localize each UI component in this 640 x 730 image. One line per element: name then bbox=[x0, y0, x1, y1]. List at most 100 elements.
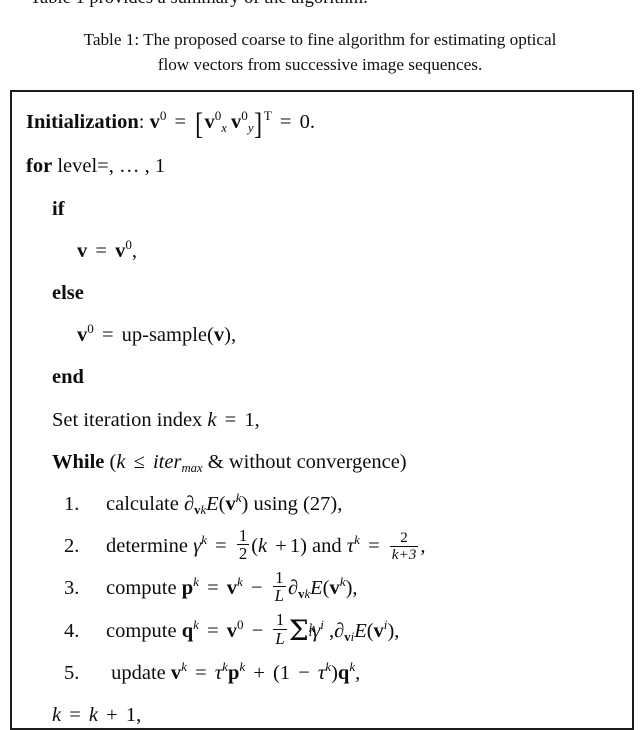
upsample-argument-v: v bbox=[213, 324, 225, 347]
vector-q-4: q bbox=[181, 619, 194, 642]
algo-line-while: While (k ≤ itermax & without convergence… bbox=[26, 441, 632, 483]
gamma-symbol-2: γ bbox=[193, 535, 202, 558]
algo-line-upsample: v0 = up-sample(v), bbox=[26, 314, 632, 356]
comma-glyph-2: , bbox=[230, 324, 237, 347]
lparen-glyph-7: ( bbox=[273, 662, 280, 685]
vy-subscript-y: y bbox=[247, 121, 254, 136]
algo-line-else: else bbox=[26, 272, 632, 314]
while-condition-tail: & without convergence) bbox=[207, 450, 407, 473]
rparen-glyph-4: ) bbox=[300, 535, 307, 558]
step-number-1: 1. bbox=[64, 492, 80, 515]
step-2-body: determine γk = 1 2 (k +1) and τk = 2 k+3, bbox=[106, 525, 425, 567]
table-caption-line-2: flow vectors from successive image seque… bbox=[157, 55, 483, 74]
rparen-glyph: ) bbox=[224, 324, 231, 347]
sigma-glyph: Σ bbox=[288, 613, 309, 647]
plus-sign-3: + bbox=[106, 704, 118, 727]
rparen-glyph-3: ) bbox=[241, 492, 249, 515]
gamma-superscript-i-4: i bbox=[320, 616, 324, 632]
equals-sign-3: = bbox=[95, 239, 107, 262]
fraction-denominator-2: 2 bbox=[236, 544, 250, 564]
vector-vy: v bbox=[231, 111, 242, 133]
partial-symbol-4: ∂ bbox=[334, 619, 345, 642]
right-bracket: ] bbox=[254, 107, 263, 142]
comma-glyph: , bbox=[131, 239, 137, 262]
colon-glyph: : bbox=[138, 111, 145, 133]
minus-sign-2: − bbox=[251, 619, 264, 642]
fraction-numerator-1-4: 1 bbox=[275, 610, 285, 630]
partial-symbol-3: ∂ bbox=[288, 577, 299, 600]
v-superscript-zero-4: 0 bbox=[237, 616, 244, 632]
equals-sign-10: = bbox=[195, 662, 207, 685]
energy-function-E-4: E bbox=[354, 619, 367, 642]
fraction-denominator-L-3: L bbox=[272, 586, 286, 606]
step-1-body: calculate ∂vkE(vk) using (27), bbox=[106, 483, 342, 525]
algo-line-if: if bbox=[26, 188, 632, 230]
algo-line-set-iteration-index: Set iteration index k = 1, bbox=[26, 399, 632, 441]
compute-verb-4: compute bbox=[106, 619, 177, 642]
k-rhs: k bbox=[88, 704, 99, 727]
argument-vector-v-3: v bbox=[329, 577, 340, 600]
step-number-4: 4. bbox=[64, 619, 80, 642]
value-one-6: 1 bbox=[125, 704, 137, 727]
q-superscript-k-4: k bbox=[193, 616, 199, 632]
tau-superscript-k-2: k bbox=[354, 532, 360, 548]
compute-verb-3: compute bbox=[106, 577, 177, 600]
vector-v-rhs: v bbox=[115, 239, 126, 262]
argument-vector-v-4: v bbox=[373, 619, 384, 642]
initialization-keyword: Initialization bbox=[26, 111, 139, 133]
algorithm-box: Initialization: v0 = [v0x v0y]T = 0. for… bbox=[10, 90, 634, 730]
equals-sign-8: = bbox=[207, 577, 219, 600]
vector-v0-lhs: v bbox=[77, 324, 88, 347]
step-number-3: 3. bbox=[64, 577, 80, 600]
fraction-one-over-L-4: 1L bbox=[273, 610, 287, 647]
argument-vector-v-1: v bbox=[225, 492, 236, 515]
table-caption: Table 1: The proposed coarse to fine alg… bbox=[20, 27, 620, 77]
algo-step-2: 2. determine γk = 1 2 (k +1) and τk = 2 k+3… bbox=[26, 525, 632, 567]
vector-p-5: p bbox=[227, 662, 240, 685]
lparen-glyph: ( bbox=[207, 324, 214, 347]
algo-step-1: 1. calculate ∂vkE(vk) using (27), bbox=[26, 483, 632, 525]
set-iteration-index-label: Set iteration index bbox=[52, 408, 203, 431]
fraction-one-over-L-3: 1L bbox=[272, 568, 286, 606]
equals-sign-4: = bbox=[101, 324, 114, 347]
equals-sign-9: = bbox=[207, 619, 219, 642]
energy-function-E-1: E bbox=[206, 492, 219, 515]
else-keyword: else bbox=[52, 281, 84, 304]
algo-line-for: for level=, … , 1 bbox=[26, 145, 632, 187]
minus-sign-3: − bbox=[298, 662, 310, 685]
algo-line-k-increment: k = k + 1, bbox=[26, 694, 632, 728]
p-superscript-k-3: k bbox=[193, 574, 199, 590]
energy-function-E-3: E bbox=[310, 577, 323, 600]
vx-subscript-x: x bbox=[221, 121, 227, 136]
p-superscript-k-5: k bbox=[239, 659, 246, 675]
plus-sign-2: + bbox=[253, 662, 265, 685]
equals-sign-2: = bbox=[279, 111, 292, 133]
table-caption-line-1: Table 1: The proposed coarse to fine alg… bbox=[83, 30, 557, 49]
plus-sign-1: + bbox=[275, 535, 287, 558]
lparen-glyph-6: ( bbox=[366, 619, 374, 642]
fraction-numerator-1-3: 1 bbox=[275, 568, 284, 588]
end-keyword: end bbox=[52, 366, 84, 389]
algorithm-pseudocode: Initialization: v0 = [v0x v0y]T = 0. for… bbox=[12, 92, 632, 728]
if-keyword: if bbox=[52, 197, 65, 220]
vector-p-3: p bbox=[181, 577, 194, 600]
while-keyword: While bbox=[52, 450, 105, 473]
and-conjunction: and bbox=[312, 535, 342, 558]
sigma-lower-limit-i: i bbox=[308, 626, 313, 639]
step-5-body: update vk = τkpk + (1 − τk)qk, bbox=[106, 652, 360, 694]
step-number-2: 2. bbox=[64, 535, 80, 558]
equals-sign-7: = bbox=[368, 535, 380, 558]
k-variable-2: k bbox=[258, 535, 268, 558]
rparen-glyph-7: ) bbox=[331, 662, 338, 685]
comma-glyph-5: , bbox=[352, 577, 358, 600]
less-than-equal-sign: ≤ bbox=[133, 450, 145, 473]
calculate-verb: calculate bbox=[106, 492, 179, 515]
minus-sign-1: − bbox=[250, 577, 263, 600]
vector-v0-4: v bbox=[226, 619, 238, 642]
gamma-superscript-k-2: k bbox=[201, 532, 207, 548]
upsample-function-name: up-sample bbox=[121, 324, 208, 347]
value-zero: 0 bbox=[299, 111, 310, 133]
algo-step-4: 4. compute qk = v0 − 1LΣki γi ,∂viE(vi), bbox=[26, 610, 632, 653]
vector-v-lhs: v bbox=[77, 239, 88, 262]
fraction-numerator-1: 1 bbox=[238, 526, 248, 546]
